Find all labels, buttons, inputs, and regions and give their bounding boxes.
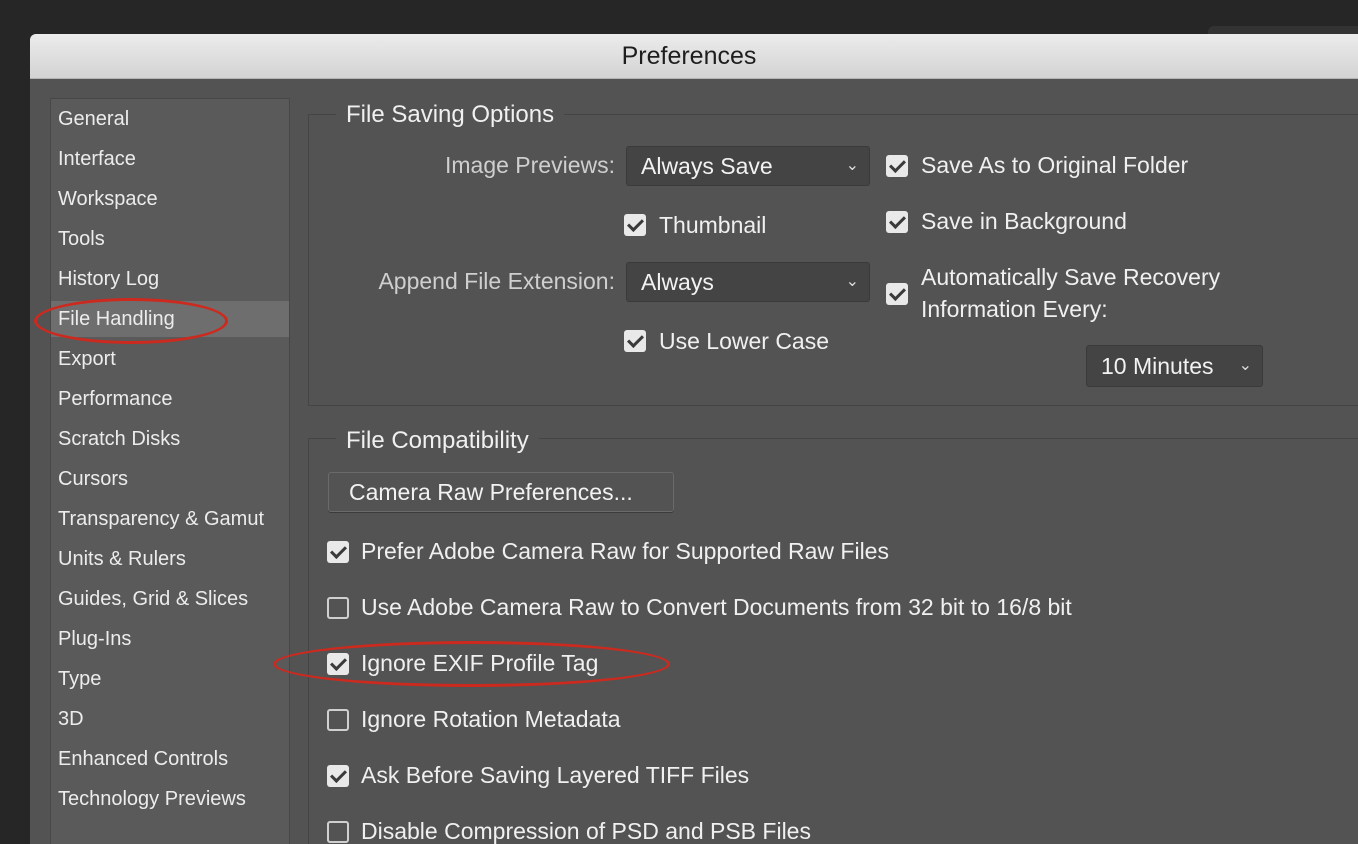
sidebar-item-file-handling[interactable]: File Handling	[51, 301, 289, 337]
ignore-rotation-label: Ignore Rotation Metadata	[361, 706, 621, 732]
window-title: Preferences	[621, 42, 757, 70]
sidebar-item-enhanced-controls[interactable]: Enhanced Controls	[51, 741, 289, 777]
sidebar-item-tools[interactable]: Tools	[51, 221, 289, 257]
thumbnail-checkbox[interactable]	[624, 214, 646, 236]
save-as-original-folder-checkbox[interactable]	[886, 155, 908, 177]
chevron-down-icon: ⌄	[845, 273, 859, 290]
ignore-rotation-checkbox[interactable]	[327, 709, 349, 731]
use-lower-case-checkbox[interactable]	[624, 330, 646, 352]
ignore-exif-profile-label: Ignore EXIF Profile Tag	[361, 650, 599, 676]
sidebar-item-type[interactable]: Type	[51, 661, 289, 697]
sidebar-item-technology-previews[interactable]: Technology Previews	[51, 781, 289, 817]
sidebar-item-general[interactable]: General	[51, 101, 289, 137]
chevron-down-icon: ⌄	[1238, 357, 1252, 374]
auto-save-recovery-label-line1: Automatically Save Recovery	[921, 264, 1221, 290]
image-previews-select[interactable]: Always Save ⌄	[626, 146, 870, 186]
sidebar-item-scratch-disks[interactable]: Scratch Disks	[51, 421, 289, 457]
image-previews-label: Image Previews:	[444, 152, 615, 178]
sidebar-item-export[interactable]: Export	[51, 341, 289, 377]
save-as-original-folder-label: Save As to Original Folder	[921, 152, 1189, 178]
sidebar-item-history-log[interactable]: History Log	[51, 261, 289, 297]
convert-32bit-label: Use Adobe Camera Raw to Convert Document…	[361, 594, 1072, 620]
use-lower-case-label: Use Lower Case	[659, 328, 830, 354]
camera-raw-preferences-button[interactable]: Camera Raw Preferences...	[328, 472, 674, 512]
disable-compression-checkbox[interactable]	[327, 821, 349, 843]
title-bar: Preferences	[30, 34, 1358, 79]
save-in-background-label: Save in Background	[921, 208, 1127, 234]
ask-layered-tiff-checkbox[interactable]	[327, 765, 349, 787]
sidebar-item-plug-ins[interactable]: Plug-Ins	[51, 621, 289, 657]
auto-save-recovery-checkbox[interactable]	[886, 283, 908, 305]
sidebar-item-interface[interactable]: Interface	[51, 141, 289, 177]
disable-compression-label: Disable Compression of PSD and PSB Files	[361, 818, 811, 844]
image-previews-value: Always Save	[641, 153, 773, 179]
auto-save-recovery-label-line2: Information Every:	[921, 296, 1108, 322]
save-in-background-checkbox[interactable]	[886, 211, 908, 233]
chevron-down-icon: ⌄	[845, 157, 859, 174]
ignore-exif-profile-checkbox[interactable]	[327, 653, 349, 675]
sidebar-item-cursors[interactable]: Cursors	[51, 461, 289, 497]
recovery-interval-value: 10 Minutes	[1101, 353, 1214, 379]
thumbnail-label: Thumbnail	[659, 212, 767, 238]
file-compatibility-title: File Compatibility	[336, 426, 539, 456]
prefer-camera-raw-checkbox[interactable]	[327, 541, 349, 563]
append-extension-select[interactable]: Always ⌄	[626, 262, 870, 302]
sidebar-item-transparency-gamut[interactable]: Transparency & Gamut	[51, 501, 289, 537]
prefer-camera-raw-label: Prefer Adobe Camera Raw for Supported Ra…	[361, 538, 889, 564]
file-saving-options-title: File Saving Options	[336, 100, 565, 130]
sidebar-item-guides-grid-slices[interactable]: Guides, Grid & Slices	[51, 581, 289, 617]
append-extension-label: Append File Extension:	[378, 268, 615, 294]
preferences-sidebar: General Interface Workspace Tools Histor…	[50, 98, 290, 844]
sidebar-item-3d[interactable]: 3D	[51, 701, 289, 737]
ask-layered-tiff-label: Ask Before Saving Layered TIFF Files	[361, 762, 750, 788]
sidebar-item-performance[interactable]: Performance	[51, 381, 289, 417]
recovery-interval-select[interactable]: 10 Minutes ⌄	[1086, 345, 1263, 387]
append-extension-value: Always	[641, 269, 714, 295]
preferences-dialog: Preferences General Interface Workspace …	[30, 34, 1358, 844]
convert-32bit-checkbox[interactable]	[327, 597, 349, 619]
sidebar-item-units-rulers[interactable]: Units & Rulers	[51, 541, 289, 577]
sidebar-item-workspace[interactable]: Workspace	[51, 181, 289, 217]
